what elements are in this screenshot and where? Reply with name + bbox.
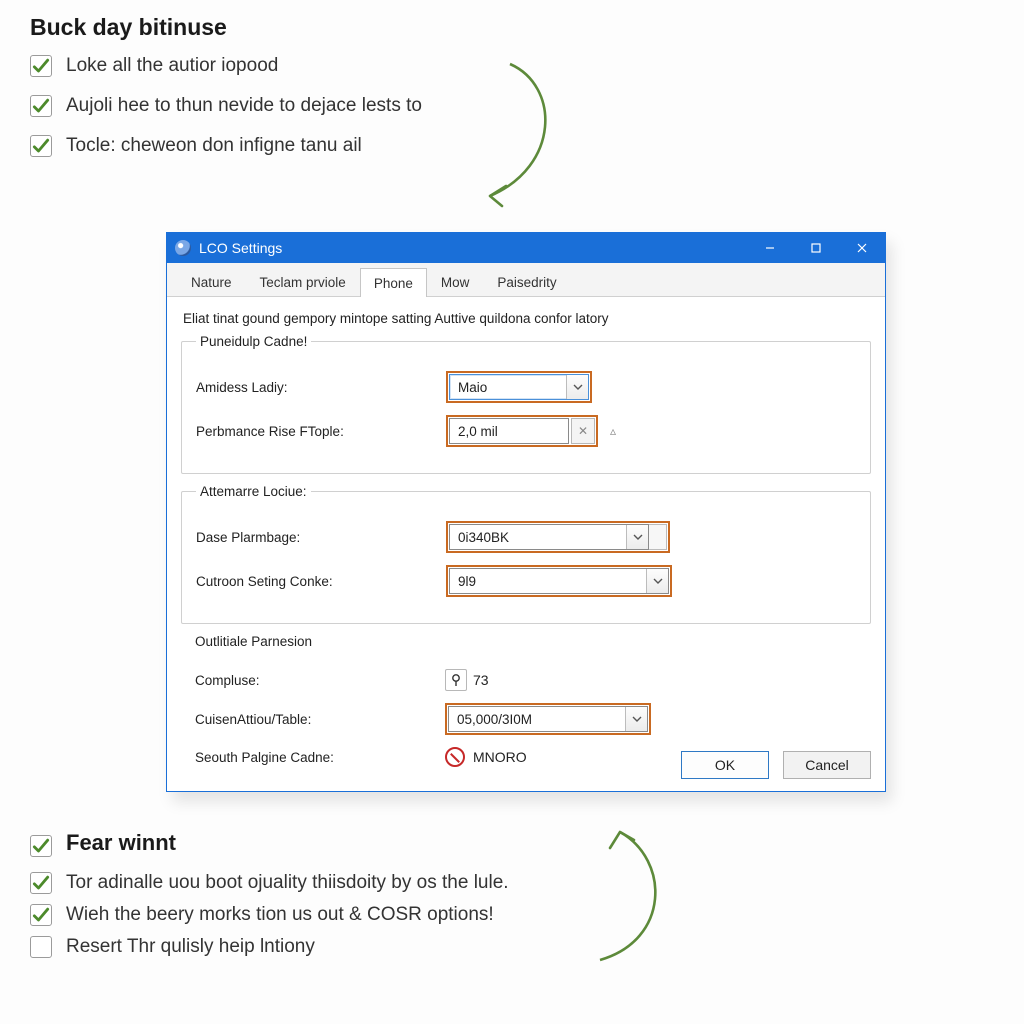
checklist-item: Tocle: cheweon don infigne tanu ail xyxy=(30,135,670,157)
bottom-checklist: Fear winnt Tor adinalle uou boot ojualit… xyxy=(30,822,750,968)
input-value: 2,0 mil xyxy=(458,424,498,439)
top-checklist: Buck day bitinuse Loke all the autior io… xyxy=(30,14,670,175)
compluse-value: 73 xyxy=(473,672,489,688)
highlight-box: 9l9 xyxy=(446,565,672,597)
window-title: LCO Settings xyxy=(199,240,747,256)
checklist-item: Aujoli hee to thun nevide to dejace lest… xyxy=(30,95,670,117)
group-legend: Puneidulp Cadne! xyxy=(196,334,311,349)
bottom-title: Fear winnt xyxy=(66,830,176,856)
titlebar[interactable]: LCO Settings xyxy=(167,233,885,263)
top-title: Buck day bitinuse xyxy=(30,14,670,41)
pin-icon xyxy=(445,669,467,691)
seouth-value: MNORO xyxy=(473,749,527,765)
group-legend: Outlitiale Parnesion xyxy=(195,634,312,649)
group-attemarre: Attemarre Lociue: Dase Plarmbage: 0i340B… xyxy=(181,484,871,624)
cancel-button[interactable]: Cancel xyxy=(783,751,871,779)
tab-paisedrity[interactable]: Paisedrity xyxy=(483,267,570,296)
checklist-label: Wieh the beery morks tion us out & COSR … xyxy=(66,904,494,926)
checkmark-icon[interactable] xyxy=(30,872,52,894)
select-value: 9l9 xyxy=(458,574,476,589)
settings-dialog: LCO Settings Nature Teclam prviole Phone… xyxy=(166,232,886,792)
checklist-label: Tocle: cheweon don infigne tanu ail xyxy=(66,135,362,157)
checkmark-icon[interactable] xyxy=(30,904,52,926)
select-value: 0i340BK xyxy=(458,530,509,545)
field-label: Compluse: xyxy=(195,673,445,688)
checkmark-icon[interactable] xyxy=(30,95,52,117)
field-label: Seouth Palgine Cadne: xyxy=(195,750,445,765)
minimize-button[interactable] xyxy=(747,233,793,263)
highlight-box: 2,0 mil ✕ xyxy=(446,415,598,447)
dase-select[interactable]: 0i340BK xyxy=(449,524,649,550)
checklist-item: Resert Thr qulisly heip lntiony xyxy=(30,936,750,958)
tab-nature[interactable]: Nature xyxy=(177,267,246,296)
perbmance-input[interactable]: 2,0 mil xyxy=(449,418,569,444)
chevron-down-icon[interactable] xyxy=(625,707,647,731)
ok-button[interactable]: OK xyxy=(681,751,769,779)
clear-icon[interactable]: ✕ xyxy=(571,418,595,444)
tab-description: Eliat tinat gound gempory mintope sattin… xyxy=(181,307,871,334)
tab-teclam[interactable]: Teclam prviole xyxy=(246,267,360,296)
checklist-item: Wieh the beery morks tion us out & COSR … xyxy=(30,904,750,926)
arrow-annotation-icon xyxy=(450,56,570,216)
maximize-button[interactable] xyxy=(793,233,839,263)
app-icon xyxy=(175,240,191,256)
highlight-box: 05,000/3I0M xyxy=(445,703,651,735)
chevron-down-icon[interactable] xyxy=(566,375,588,399)
field-label: CuisenAttiou/Table: xyxy=(195,712,445,727)
prohibited-icon xyxy=(445,747,465,767)
checkbox-empty[interactable] xyxy=(30,936,52,958)
field-label: Dase Plarmbage: xyxy=(196,530,446,545)
field-label: Amidess Ladiy: xyxy=(196,380,446,395)
checklist-label: Loke all the autior iopood xyxy=(66,55,278,77)
group-puneidulp: Puneidulp Cadne! Amidess Ladiy: Maio xyxy=(181,334,871,474)
field-label: Cutroon Seting Conke: xyxy=(196,574,446,589)
checklist-label: Tor adinalle uou boot ojuality thiisdoit… xyxy=(66,872,509,894)
close-button[interactable] xyxy=(839,233,885,263)
group-legend: Attemarre Lociue: xyxy=(196,484,311,499)
select-value: 05,000/3I0M xyxy=(457,712,532,727)
highlight-box: Maio xyxy=(446,371,592,403)
dialog-footer: OK Cancel xyxy=(681,751,871,779)
checkmark-icon[interactable] xyxy=(30,135,52,157)
chevron-down-icon[interactable] xyxy=(626,525,648,549)
checkmark-icon[interactable] xyxy=(30,55,52,77)
checklist-item: Tor adinalle uou boot ojuality thiisdoit… xyxy=(30,872,750,894)
tab-mow[interactable]: Mow xyxy=(427,267,484,296)
checkmark-icon[interactable] xyxy=(30,835,52,857)
select-extend-button[interactable] xyxy=(649,524,667,550)
highlight-box: 0i340BK xyxy=(446,521,670,553)
checklist-label: Resert Thr qulisly heip lntiony xyxy=(66,936,315,958)
checklist-item: Fear winnt xyxy=(30,830,750,862)
field-label: Perbmance Rise FTople: xyxy=(196,424,446,439)
amidess-select[interactable]: Maio xyxy=(449,374,589,400)
dialog-body: Eliat tinat gound gempory mintope sattin… xyxy=(167,297,885,787)
cuisen-select[interactable]: 05,000/3I0M xyxy=(448,706,648,732)
chevron-down-icon[interactable] xyxy=(646,569,668,593)
cutroon-select[interactable]: 9l9 xyxy=(449,568,669,594)
tab-strip: Nature Teclam prviole Phone Mow Paisedri… xyxy=(167,263,885,297)
checklist-label: Aujoli hee to thun nevide to dejace lest… xyxy=(66,95,422,117)
select-value: Maio xyxy=(458,380,487,395)
tab-phone[interactable]: Phone xyxy=(360,268,427,297)
stepper-icon[interactable]: ▵ xyxy=(608,421,618,441)
checklist-item: Loke all the autior iopood xyxy=(30,55,670,77)
